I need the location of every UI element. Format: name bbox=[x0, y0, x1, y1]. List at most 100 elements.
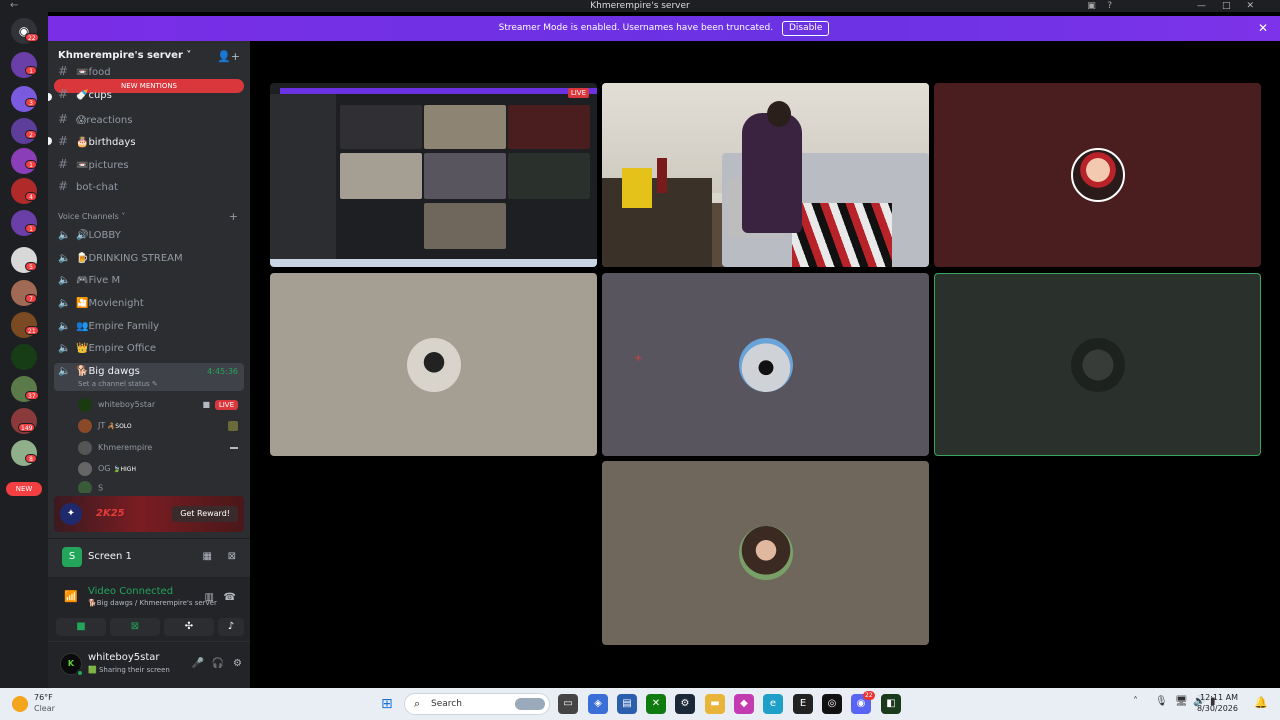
minimize-icon[interactable]: — bbox=[1197, 1, 1222, 11]
speaker-icon: 🔈 bbox=[58, 275, 71, 286]
steam-icon[interactable]: ⚙ bbox=[675, 694, 695, 714]
server-badge: 1 bbox=[25, 66, 37, 75]
camera-button[interactable]: ■ bbox=[56, 618, 106, 636]
preview-tile bbox=[424, 203, 506, 249]
server-badge: 2 bbox=[25, 130, 37, 139]
text-channel[interactable]: # 😱reactions bbox=[58, 109, 132, 129]
headphones-icon[interactable]: 🎧 bbox=[212, 658, 224, 669]
stream-settings-icon[interactable]: ▦ bbox=[203, 551, 212, 562]
server-name-header[interactable]: Khmerempire's server ˅ bbox=[58, 50, 191, 61]
member-name: S bbox=[98, 483, 104, 493]
voice-member[interactable]: OG 🍃HIGH bbox=[78, 460, 136, 478]
voice-member[interactable]: whiteboy5star bbox=[78, 396, 155, 414]
channel-status-prompt[interactable]: Set a channel status ✎ bbox=[78, 379, 158, 389]
participant-tile[interactable] bbox=[602, 461, 929, 645]
username[interactable]: whiteboy5star bbox=[88, 652, 159, 663]
soundboard-button[interactable]: ♪ bbox=[218, 618, 244, 636]
preview-tile bbox=[508, 105, 590, 149]
help-icon[interactable]: ? bbox=[1107, 1, 1112, 11]
disconnect-icon[interactable]: ☎ bbox=[224, 592, 236, 603]
signal-icon[interactable]: 📶 bbox=[64, 590, 78, 603]
server-badge: 5 bbox=[25, 262, 37, 271]
tray-overflow-icon[interactable]: ˄ bbox=[1133, 696, 1138, 707]
game-app-icon[interactable]: ◧ bbox=[881, 694, 901, 714]
clock-date[interactable]: 8/30/2026 bbox=[1197, 704, 1238, 713]
add-channel-icon[interactable]: + bbox=[229, 210, 238, 223]
search-placeholder: Search bbox=[431, 699, 462, 709]
participant-avatar bbox=[406, 337, 461, 392]
voice-member[interactable]: Khmerempire bbox=[78, 439, 152, 457]
active-voice-channel[interactable]: 🔈 🐕Big dawgs 4:45:36 Set a channel status… bbox=[54, 363, 244, 391]
voice-member[interactable]: JT 🦂SOLO bbox=[78, 417, 132, 435]
share-screen-button[interactable]: ⊠ bbox=[110, 618, 160, 636]
tray-mic-icon[interactable]: 🎙 bbox=[1155, 696, 1168, 707]
disable-streamer-mode-button[interactable]: Disable bbox=[781, 21, 830, 36]
voice-channel[interactable]: 🔈 👑Empire Office bbox=[58, 339, 156, 359]
voice-channel[interactable]: 🔈 🎦Movienight bbox=[58, 294, 144, 314]
text-channel[interactable]: # 📼food bbox=[58, 65, 111, 78]
stream-tile[interactable]: LIVE bbox=[270, 83, 597, 267]
server-badge: 3 bbox=[25, 98, 37, 107]
inbox-icon[interactable]: ▣ bbox=[1087, 1, 1096, 11]
connection-status[interactable]: Video Connected bbox=[88, 586, 173, 597]
start-windows-icon[interactable]: ⊞ bbox=[381, 696, 393, 712]
invite-people-icon[interactable]: 👤+ bbox=[217, 50, 240, 63]
xbox-icon[interactable]: ✕ bbox=[646, 694, 666, 714]
text-channel[interactable]: # 🎂birthdays bbox=[58, 131, 136, 151]
hash-icon: # bbox=[58, 112, 69, 126]
screen-label: Screen 1 bbox=[88, 551, 132, 562]
stop-stream-icon[interactable]: ⊠ bbox=[228, 551, 236, 562]
server-icon[interactable] bbox=[11, 344, 37, 370]
file-explorer-icon[interactable]: ▬ bbox=[705, 694, 725, 714]
text-channel[interactable]: # 📼pictures bbox=[58, 154, 129, 174]
camera-tile[interactable] bbox=[602, 83, 929, 267]
voice-channel[interactable]: 🔈 🍺DRINKING STREAM bbox=[58, 249, 183, 269]
speaker-icon: 🔈 bbox=[58, 298, 71, 309]
connection-location[interactable]: 🐕Big dawgs / Khmerempire's server bbox=[88, 599, 217, 607]
participant-tile[interactable]: + bbox=[602, 273, 929, 456]
maximize-icon[interactable]: □ bbox=[1222, 1, 1247, 11]
activity-icon bbox=[228, 421, 238, 431]
office-icon[interactable]: ◆ bbox=[734, 694, 754, 714]
get-reward-button[interactable]: Get Reward! bbox=[172, 506, 238, 522]
chrome-icon[interactable]: ◎ bbox=[822, 694, 842, 714]
voice-channel[interactable]: 🔈 🎮Five M bbox=[58, 271, 120, 291]
weather-temp[interactable]: 76°F bbox=[34, 693, 53, 702]
text-channel[interactable]: # bot-chat bbox=[58, 176, 118, 196]
clock-time[interactable]: 12:11 AM bbox=[1200, 693, 1238, 702]
settings-gear-icon[interactable]: ⚙ bbox=[233, 658, 242, 669]
screen-share-panel: S Screen 1 ▦ ⊠ bbox=[48, 538, 250, 576]
close-window-icon[interactable]: ✕ bbox=[1246, 1, 1270, 11]
voice-channel[interactable]: 🔈 🔊LOBBY bbox=[58, 226, 121, 246]
unread-indicator bbox=[48, 137, 52, 145]
noise-suppression-icon[interactable]: ▥ bbox=[205, 592, 214, 603]
member-name: JT bbox=[98, 421, 106, 430]
participant-tile[interactable] bbox=[934, 273, 1261, 456]
hash-icon: # bbox=[58, 87, 69, 101]
new-unreads-pill[interactable]: NEW bbox=[6, 482, 42, 496]
notification-bell-icon[interactable]: 🔔 bbox=[1254, 696, 1268, 709]
camera-feed bbox=[602, 83, 929, 267]
activities-button[interactable]: ✣ bbox=[164, 618, 214, 636]
voice-channel[interactable]: 🔈 👥Empire Family bbox=[58, 317, 159, 337]
epic-games-icon[interactable]: E bbox=[793, 694, 813, 714]
participant-tile[interactable] bbox=[934, 83, 1261, 267]
voice-member[interactable]: S bbox=[78, 481, 103, 493]
weather-condition[interactable]: Clear bbox=[34, 704, 55, 713]
preview-sidebar bbox=[270, 94, 336, 264]
taskbar-search[interactable]: ⌕ Search bbox=[404, 693, 550, 715]
voice-channels-header[interactable]: Voice Channels ˅ bbox=[58, 212, 125, 221]
banner-close-icon[interactable]: ✕ bbox=[1258, 16, 1268, 41]
participant-tile[interactable] bbox=[270, 273, 597, 456]
app-icon[interactable]: ◈ bbox=[588, 694, 608, 714]
edge-icon[interactable]: e bbox=[763, 694, 783, 714]
avatar bbox=[78, 461, 92, 476]
microphone-icon[interactable]: 🎤 bbox=[192, 658, 204, 669]
tray-network-icon[interactable]: 🖥 bbox=[1175, 696, 1188, 707]
weather-moon-icon[interactable] bbox=[12, 696, 28, 712]
text-channel[interactable]: # 🍼cups bbox=[58, 87, 112, 101]
server-badge: 7 bbox=[25, 294, 37, 303]
store-icon[interactable]: ▤ bbox=[617, 694, 637, 714]
task-view-icon[interactable]: ▭ bbox=[558, 694, 578, 714]
avatar bbox=[78, 418, 92, 433]
